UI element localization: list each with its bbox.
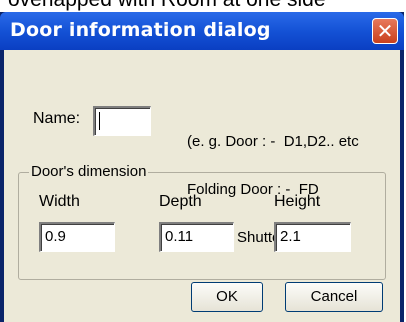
background-text: overlapped with Room at one side [8,0,326,12]
door-dimension-group: Door's dimension Width 0.9 Depth 0.11 He… [18,163,386,280]
width-input[interactable]: 0.9 [39,222,115,252]
depth-input[interactable]: 0.11 [159,222,234,252]
ok-button[interactable]: OK [191,282,263,312]
window-title: Door information dialog [10,19,271,41]
door-information-dialog: Door information dialog ✕ Name: (e. g. D… [0,12,404,322]
name-input[interactable] [93,106,151,136]
width-label: Width [39,193,80,210]
title-bar[interactable]: Door information dialog ✕ [0,12,404,50]
text-caret [99,112,100,130]
group-title: Door's dimension [29,163,149,180]
name-label: Name: [33,110,81,127]
cancel-button[interactable]: Cancel [285,282,383,312]
height-input[interactable]: 2.1 [274,222,351,252]
dialog-client-area: Name: (e. g. Door : - D1,D2.. etc Foldin… [4,50,400,322]
depth-label: Depth [159,193,202,210]
close-button[interactable]: ✕ [372,18,398,44]
close-icon: ✕ [376,19,394,43]
hint-line: (e. g. Door : - D1,D2.. etc [187,133,359,150]
height-label: Height [274,193,321,210]
